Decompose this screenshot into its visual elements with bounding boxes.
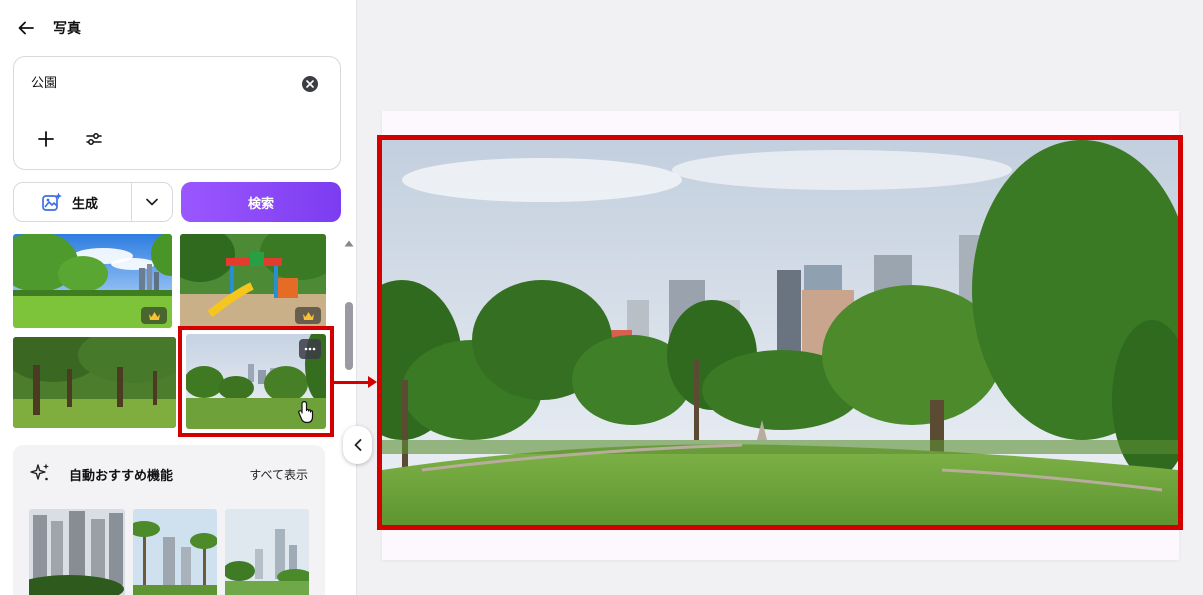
- search-input[interactable]: [31, 74, 291, 89]
- park-trees-image: [13, 337, 176, 428]
- canvas-image[interactable]: [377, 135, 1183, 530]
- selected-thumbnail-highlight: [178, 326, 334, 437]
- image-sparkle-icon: [42, 192, 62, 211]
- palm-city-image: [133, 509, 217, 595]
- sparkle-icon: [30, 463, 49, 481]
- photo-panel: 写真 生成 検索: [0, 0, 357, 595]
- result-thumbnail[interactable]: [13, 234, 172, 328]
- add-button[interactable]: [34, 127, 58, 151]
- back-button[interactable]: [14, 16, 38, 40]
- scroll-up-button[interactable]: [343, 237, 355, 249]
- generate-label: 生成: [72, 196, 99, 212]
- crown-icon: [148, 311, 160, 320]
- plus-icon: [38, 131, 54, 147]
- premium-badge: [295, 307, 321, 324]
- callout-arrow-head: [368, 376, 377, 388]
- clear-button[interactable]: [302, 76, 318, 92]
- see-all-link[interactable]: すべて表示: [249, 466, 308, 483]
- filter-sliders-icon: [86, 133, 102, 145]
- generate-dropdown-button[interactable]: [132, 183, 172, 221]
- panel-title: 写真: [53, 21, 81, 37]
- generate-button[interactable]: 生成: [14, 183, 132, 221]
- crown-icon: [302, 311, 314, 320]
- recommend-thumbnail[interactable]: [29, 509, 125, 595]
- collapse-panel-button[interactable]: [343, 426, 372, 464]
- chevron-left-icon: [354, 439, 361, 451]
- result-thumbnail[interactable]: [13, 337, 176, 428]
- result-thumbnail[interactable]: [180, 234, 326, 328]
- recommend-thumbnail[interactable]: [225, 509, 309, 595]
- recommend-thumbnail[interactable]: [133, 509, 217, 595]
- premium-badge: [141, 307, 167, 324]
- search-box: [13, 56, 341, 170]
- arrow-left-icon: [18, 21, 34, 35]
- search-button[interactable]: 検索: [181, 182, 341, 222]
- callout-arrow-line: [334, 381, 370, 384]
- triangle-up-icon: [344, 240, 354, 246]
- generate-button-group: 生成: [13, 182, 173, 222]
- chevron-down-icon: [146, 198, 158, 206]
- filter-button[interactable]: [82, 127, 106, 151]
- city-towers-image: [29, 509, 125, 595]
- scrollbar-thumb[interactable]: [345, 302, 353, 370]
- clear-icon: [306, 80, 314, 88]
- skyline-park-image: [225, 509, 309, 595]
- park-city-large-image: [382, 140, 1178, 525]
- auto-recommend-section: 自動おすすめ機能 すべて表示: [13, 445, 325, 595]
- panel-header: 写真: [14, 14, 81, 42]
- recommend-title: 自動おすすめ機能: [69, 469, 174, 484]
